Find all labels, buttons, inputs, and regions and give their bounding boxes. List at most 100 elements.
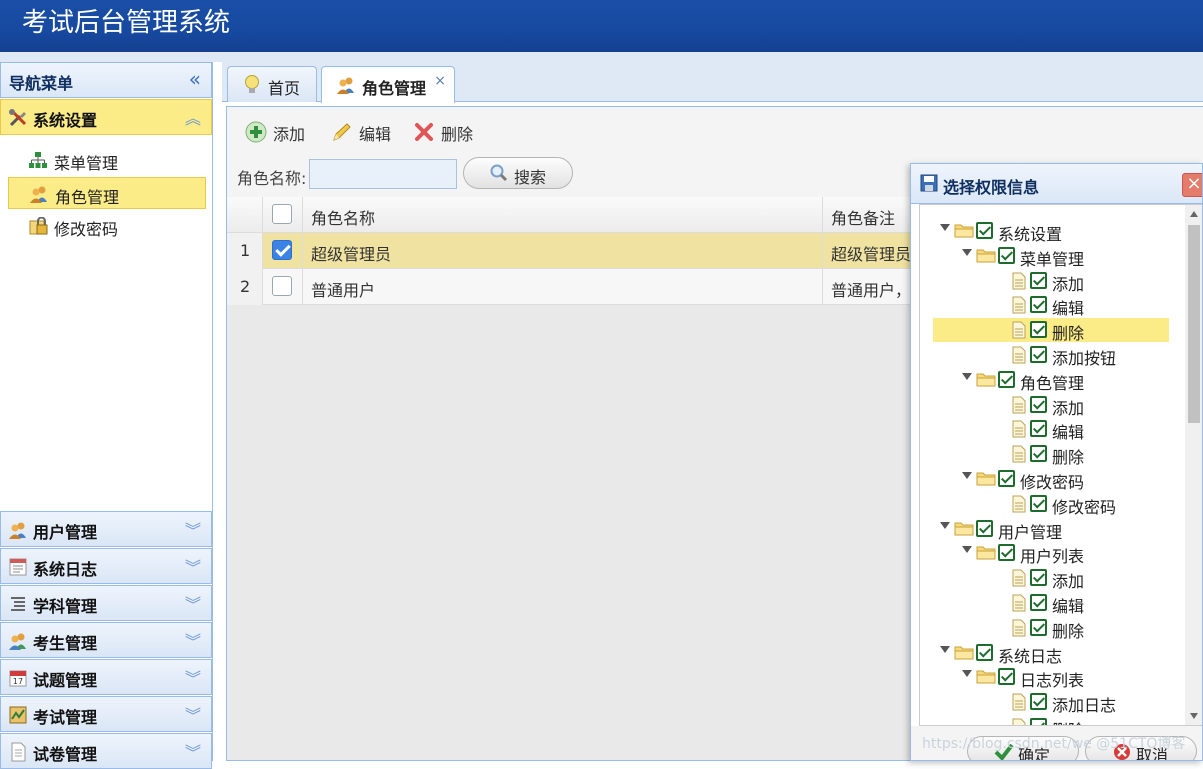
sidebar-group-paper-management[interactable]: 试卷管理 ︾ xyxy=(0,733,212,769)
tree-node-label: 用户管理 xyxy=(998,522,1063,542)
tree-node-checkbox[interactable] xyxy=(998,246,1015,264)
tree-node-checkbox[interactable] xyxy=(1030,420,1047,438)
expand-arrow-icon[interactable] xyxy=(940,224,950,231)
delete-button[interactable]: 删除 xyxy=(413,119,483,145)
tree-node[interactable]: 添加 xyxy=(920,393,1170,418)
tree-node-checkbox[interactable] xyxy=(1030,346,1047,363)
tree-node-checkbox[interactable] xyxy=(1030,494,1047,512)
tree-node-checkbox[interactable] xyxy=(998,370,1015,388)
tab-role-management[interactable]: 角色管理 × xyxy=(321,66,455,103)
tree-node-label: 添加 xyxy=(1052,274,1085,294)
scroll-down-icon[interactable] xyxy=(1190,713,1198,719)
tree-node-label: 修改密码 xyxy=(1052,497,1117,517)
column-header-role-name[interactable]: 角色名称 xyxy=(303,197,823,233)
tree-node-checkbox[interactable] xyxy=(998,668,1015,686)
sidebar-group-user-management[interactable]: 用户管理 ︾ xyxy=(0,511,212,547)
tools-icon xyxy=(9,109,27,127)
tree-node-checkbox[interactable] xyxy=(998,470,1015,487)
sidebar-group-system-log[interactable]: 系统日志 ︾ xyxy=(0,548,212,584)
expand-arrow-icon[interactable] xyxy=(940,521,950,529)
folder-icon xyxy=(976,472,996,486)
tree-node[interactable]: 添加 xyxy=(920,566,1170,591)
sidebar: 导航菜单 « 系统设置 ︽ 菜单管理 角色管理 修改密码 用户管理 ︾ 系统日志… xyxy=(0,62,213,769)
add-button[interactable]: 添加 xyxy=(245,119,315,145)
select-all-checkbox[interactable] xyxy=(272,204,292,224)
tree-node[interactable]: 删除 xyxy=(933,318,1169,343)
sidebar-item-role-management[interactable]: 角色管理 xyxy=(8,177,206,209)
sidebar-item-menu-management[interactable]: 菜单管理 xyxy=(8,144,206,176)
tree-node-checkbox[interactable] xyxy=(1030,618,1047,636)
tree-node[interactable]: 用户管理 xyxy=(920,517,1170,542)
expand-arrow-icon[interactable] xyxy=(962,372,972,380)
folder-icon xyxy=(976,373,996,387)
tree-node-checkbox[interactable] xyxy=(1030,321,1047,339)
tree-node[interactable]: 修改密码 xyxy=(920,492,1170,517)
tree-node[interactable]: 删除 xyxy=(920,715,1170,725)
sidebar-group-label: 系统设置 xyxy=(33,111,98,130)
column-header-label: 角色备注 xyxy=(831,209,896,228)
tree-node[interactable]: 添加 xyxy=(920,269,1170,294)
file-icon xyxy=(1012,619,1026,637)
sidebar-title: 导航菜单 xyxy=(9,74,74,93)
collapse-sidebar-icon[interactable]: « xyxy=(189,67,201,91)
tree-node[interactable]: 删除 xyxy=(920,616,1170,641)
expand-arrow-icon[interactable] xyxy=(962,248,972,256)
tab-home[interactable]: 首页 xyxy=(227,66,317,102)
sidebar-group-examinee-management[interactable]: 考生管理 ︾ xyxy=(0,622,212,658)
tree-node-checkbox[interactable] xyxy=(1030,271,1047,289)
file-icon xyxy=(1012,346,1026,364)
delete-x-icon xyxy=(415,123,433,141)
sidebar-group-question-management[interactable]: 17 试题管理 ︾ xyxy=(0,659,212,695)
tree-node-checkbox[interactable] xyxy=(1030,296,1047,314)
role-name-label: 角色名称: xyxy=(237,169,307,188)
expand-arrow-icon[interactable] xyxy=(962,472,972,479)
tree-scrollbar[interactable] xyxy=(1185,205,1202,725)
tree-node[interactable]: 菜单管理 xyxy=(920,244,1170,269)
close-tab-icon[interactable]: × xyxy=(434,73,446,89)
tree-node-checkbox[interactable] xyxy=(976,643,993,661)
edit-button[interactable]: 编辑 xyxy=(331,119,401,145)
role-name-input[interactable] xyxy=(309,159,457,189)
row-checkbox[interactable] xyxy=(272,240,292,260)
tree-node-checkbox[interactable] xyxy=(1030,569,1047,587)
tree-node[interactable]: 系统设置 xyxy=(920,219,1170,244)
tree-node[interactable]: 编辑 xyxy=(920,293,1170,318)
sidebar-group-subject-management[interactable]: 学科管理 ︾ xyxy=(0,585,212,621)
tree-node-label: 系统设置 xyxy=(998,225,1063,244)
scroll-up-icon[interactable] xyxy=(1190,211,1198,217)
row-checkbox[interactable] xyxy=(272,276,292,296)
tree-node[interactable]: 添加日志 xyxy=(920,690,1170,715)
select-all-cell xyxy=(263,197,303,233)
tree-node[interactable]: 用户列表 xyxy=(920,541,1170,566)
sidebar-item-change-password[interactable]: 修改密码 xyxy=(8,210,206,242)
tree-node-checkbox[interactable] xyxy=(998,544,1015,562)
tree-node[interactable]: 编辑 xyxy=(920,591,1170,616)
tree-node[interactable]: 编辑 xyxy=(920,417,1170,442)
tree-node-checkbox[interactable] xyxy=(976,222,993,239)
tree-node[interactable]: 添加按钮 xyxy=(920,343,1170,368)
sidebar-group-exam-management[interactable]: 考试管理 ︾ xyxy=(0,696,212,732)
tree-node-checkbox[interactable] xyxy=(1030,594,1047,611)
close-dialog-icon[interactable]: × xyxy=(1182,173,1202,197)
expand-arrow-icon[interactable] xyxy=(940,645,950,653)
scroll-thumb[interactable] xyxy=(1188,225,1200,423)
search-button[interactable]: 搜索 xyxy=(463,157,573,189)
tree-node-label: 角色管理 xyxy=(1020,373,1085,393)
tree-node[interactable]: 角色管理 xyxy=(920,368,1170,393)
sidebar-group-system-settings[interactable]: 系统设置 ︽ xyxy=(0,99,212,135)
tree-node[interactable]: 修改密码 xyxy=(920,467,1170,492)
tree-node[interactable]: 删除 xyxy=(920,442,1170,467)
expand-arrow-icon[interactable] xyxy=(962,670,972,678)
tree-node-checkbox[interactable] xyxy=(1030,718,1047,725)
expand-arrow-icon[interactable] xyxy=(962,546,972,554)
tree-node[interactable]: 日志列表 xyxy=(920,665,1170,690)
tree-node-checkbox[interactable] xyxy=(976,519,993,537)
search-icon xyxy=(490,164,508,182)
tree-node[interactable]: 系统日志 xyxy=(920,641,1170,666)
tree-node-checkbox[interactable] xyxy=(1030,395,1047,413)
folder-icon xyxy=(954,646,974,660)
tree-node-checkbox[interactable] xyxy=(1030,445,1047,463)
tree-node-checkbox[interactable] xyxy=(1030,693,1047,711)
tree-node-label: 删除 xyxy=(1052,621,1085,641)
file-icon xyxy=(1012,718,1026,725)
